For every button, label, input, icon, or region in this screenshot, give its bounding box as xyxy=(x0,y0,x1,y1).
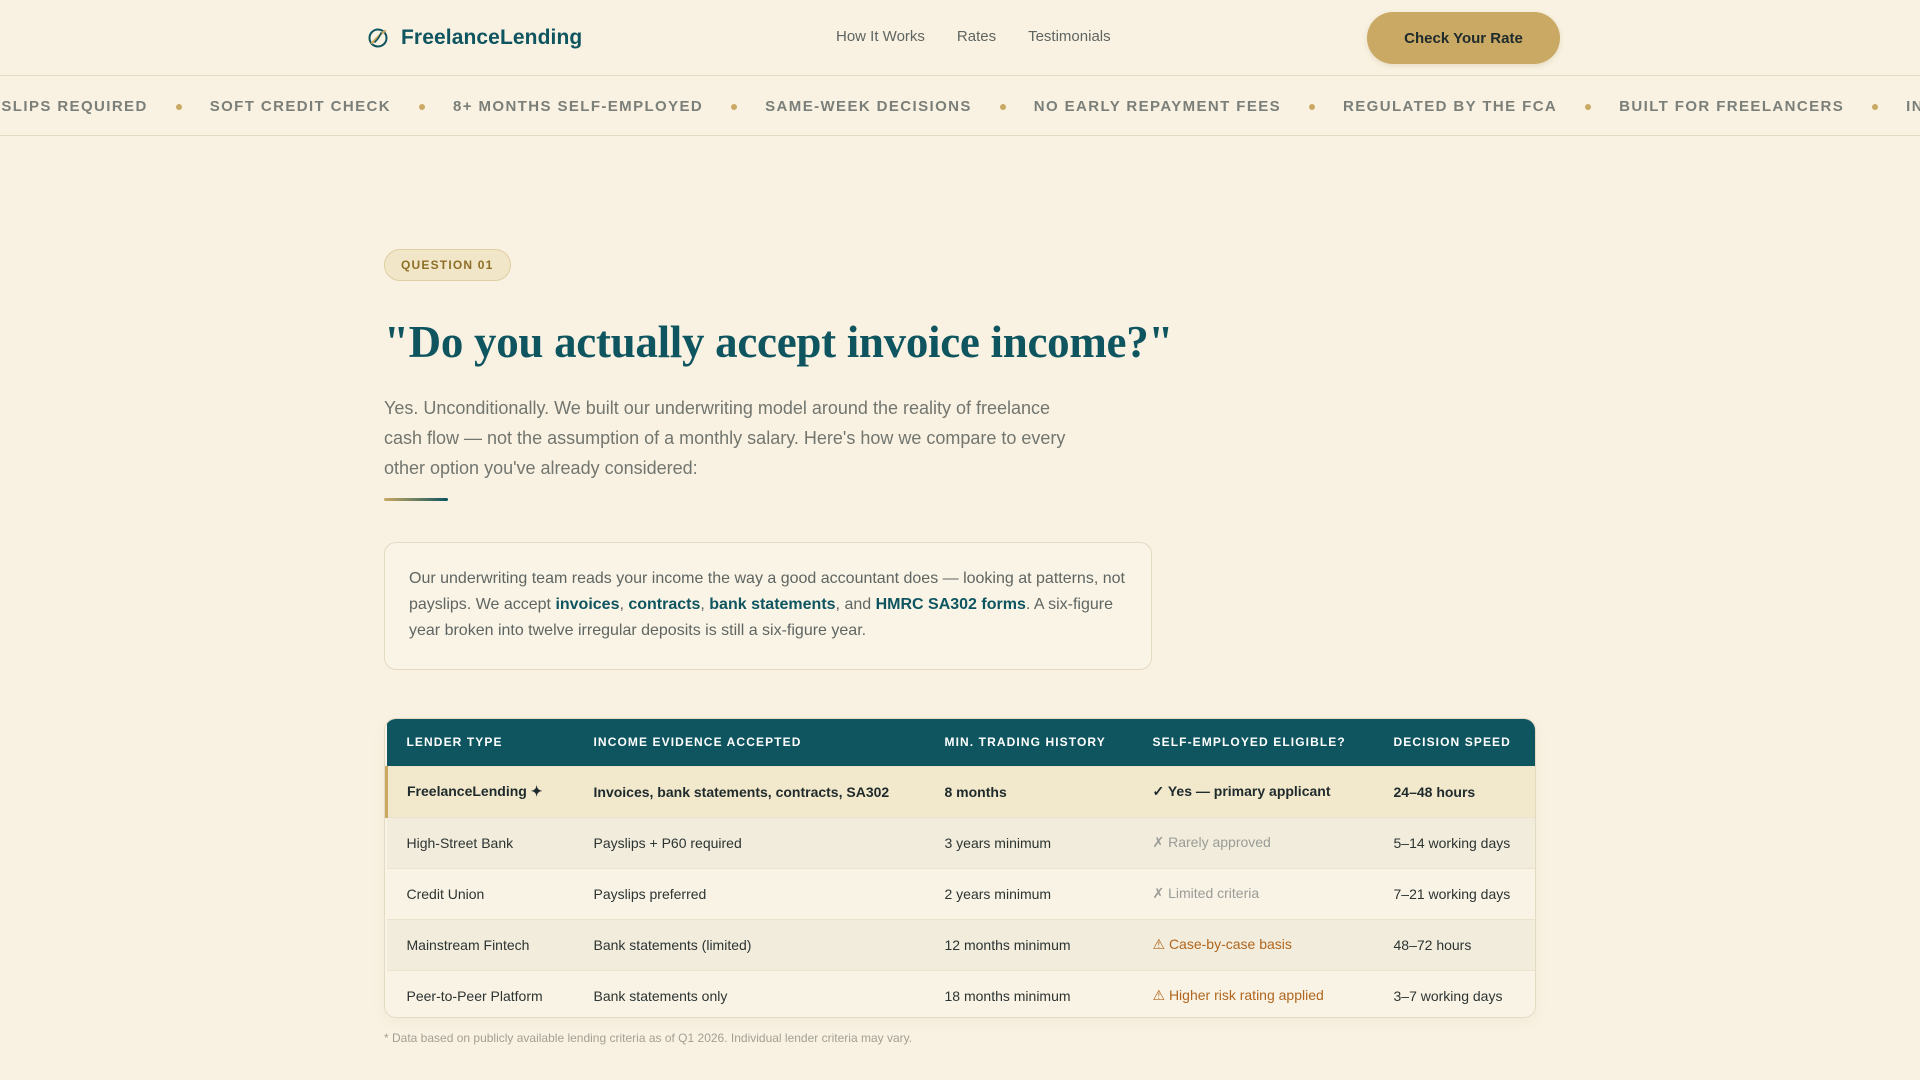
cell-history: 18 months minimum xyxy=(924,969,1133,1017)
cell-eligible: ⚠ Case-by-case basis xyxy=(1132,918,1374,970)
callout-keyword-invoices: invoices xyxy=(555,596,620,613)
feature-ticker: YSLIPS REQUIRED SOFT CREDIT CHECK 8+ MON… xyxy=(0,77,1920,136)
cell-evidence: Bank statements only xyxy=(573,969,925,1017)
cell-eligible: ⚠ Higher risk rating applied xyxy=(1132,969,1374,1017)
cell-speed: 48–72 hours xyxy=(1373,918,1535,970)
ticker-dot xyxy=(1585,103,1592,110)
lender-comparison-table: LENDER TYPE INCOME EVIDENCE ACCEPTED MIN… xyxy=(384,718,1536,1018)
cell-lender: Peer-to-Peer Platform xyxy=(386,969,574,1017)
column-header-lender-type: LENDER TYPE xyxy=(406,735,503,750)
comparison-table: LENDER TYPE INCOME EVIDENCE ACCEPTED MIN… xyxy=(385,719,1535,1017)
table-row: Mainstream Fintech Bank statements (limi… xyxy=(386,918,1535,970)
cell-evidence: Payslips + P60 required xyxy=(573,816,925,868)
check-your-rate-button[interactable]: Check Your Rate xyxy=(1367,12,1560,64)
table-header-row: LENDER TYPE INCOME EVIDENCE ACCEPTED MIN… xyxy=(386,719,1535,766)
ticker-track: YSLIPS REQUIRED SOFT CREDIT CHECK 8+ MON… xyxy=(0,77,1920,135)
table-footnote: * Data based on publicly available lendi… xyxy=(384,1031,913,1045)
cell-lender: High-Street Bank xyxy=(386,816,574,868)
question-badge: QUESTION 01 xyxy=(384,249,511,281)
ticker-item: 8+ MONTHS SELF-EMPLOYED xyxy=(453,98,704,115)
ticker-dot xyxy=(999,103,1006,110)
cell-eligible: ✗ Rarely approved xyxy=(1132,816,1374,868)
cell-evidence: Bank statements (limited) xyxy=(573,918,925,970)
table-row-freelancelending: FreelanceLending ✦ Invoices, bank statem… xyxy=(385,765,1535,817)
callout-keyword-bank-statements: bank statements xyxy=(709,596,836,613)
ticker-item: SAME-WEEK DECISIONS xyxy=(765,98,972,115)
cell-speed: 7–21 working days xyxy=(1373,867,1535,919)
cell-lender: FreelanceLending ✦ xyxy=(385,765,574,817)
main-nav: How It Works Rates Testimonials xyxy=(836,28,1111,45)
column-header-income-evidence: INCOME EVIDENCE ACCEPTED xyxy=(593,735,802,750)
ticker-item: SOFT CREDIT CHECK xyxy=(209,98,392,115)
ticker-dot xyxy=(1872,103,1879,110)
callout-separator: , and xyxy=(835,596,876,613)
ticker-item: BUILT FOR FREELANCERS xyxy=(1619,98,1845,115)
cell-eligible: ✗ Limited criteria xyxy=(1132,867,1374,919)
ticker-item: YSLIPS REQUIRED xyxy=(0,98,148,115)
leaf-circle-icon xyxy=(367,27,389,49)
table-header: LENDER TYPE INCOME EVIDENCE ACCEPTED MIN… xyxy=(386,719,1535,766)
table-body: FreelanceLending ✦ Invoices, bank statem… xyxy=(385,765,1535,1017)
cell-eligible: ✓ Yes — primary applicant xyxy=(1132,765,1374,817)
table-row: Credit Union Payslips preferred 2 years … xyxy=(386,867,1535,919)
table-row: High-Street Bank Payslips + P60 required… xyxy=(386,816,1535,868)
cell-lender: Mainstream Fintech xyxy=(386,918,574,970)
column-header-self-employed-eligible: SELF-EMPLOYED ELIGIBLE? xyxy=(1152,735,1346,750)
brand-logo[interactable]: FreelanceLending xyxy=(367,24,582,52)
page-title: "Do you actually accept invoice income?" xyxy=(384,317,1174,367)
underwriting-callout: Our underwriting team reads your income … xyxy=(384,542,1152,670)
brand-name: FreelanceLending xyxy=(401,26,583,49)
site-header: FreelanceLending How It Works Rates Test… xyxy=(0,0,1920,76)
cell-evidence: Invoices, bank statements, contracts, SA… xyxy=(573,765,925,817)
cell-evidence: Payslips preferred xyxy=(573,867,925,919)
cell-history: 3 years minimum xyxy=(924,816,1133,868)
column-header-decision-speed: DECISION SPEED xyxy=(1393,735,1511,750)
ticker-dot xyxy=(1309,103,1316,110)
cell-history: 12 months minimum xyxy=(924,918,1133,970)
callout-keyword-sa302: HMRC SA302 forms xyxy=(875,596,1026,613)
column-header-min-trading-history: MIN. TRADING HISTORY xyxy=(944,735,1106,750)
intro-paragraph: Yes. Unconditionally. We built our under… xyxy=(384,398,1066,478)
callout-keyword-contracts: contracts xyxy=(628,596,701,613)
section-divider xyxy=(384,498,448,501)
ticker-item: NO EARLY REPAYMENT FEES xyxy=(1033,98,1282,115)
ticker-dot xyxy=(731,103,738,110)
ticker-dot xyxy=(175,103,182,110)
callout-separator: , xyxy=(700,596,710,613)
table-row: Peer-to-Peer Platform Bank statements on… xyxy=(386,969,1535,1017)
ticker-dot xyxy=(419,103,426,110)
cell-lender: Credit Union xyxy=(386,867,574,919)
cell-speed: 24–48 hours xyxy=(1373,765,1535,817)
cell-history: 2 years minimum xyxy=(924,867,1133,919)
cell-history: 8 months xyxy=(924,765,1133,817)
cell-speed: 5–14 working days xyxy=(1373,816,1535,868)
ticker-item: REGULATED BY THE FCA xyxy=(1343,98,1558,115)
nav-rates[interactable]: Rates xyxy=(957,28,996,45)
nav-testimonials[interactable]: Testimonials xyxy=(1028,28,1111,45)
nav-how-it-works[interactable]: How It Works xyxy=(836,28,925,45)
cell-speed: 3–7 working days xyxy=(1373,969,1535,1017)
ticker-item: INVOICE IN xyxy=(1906,98,1920,115)
